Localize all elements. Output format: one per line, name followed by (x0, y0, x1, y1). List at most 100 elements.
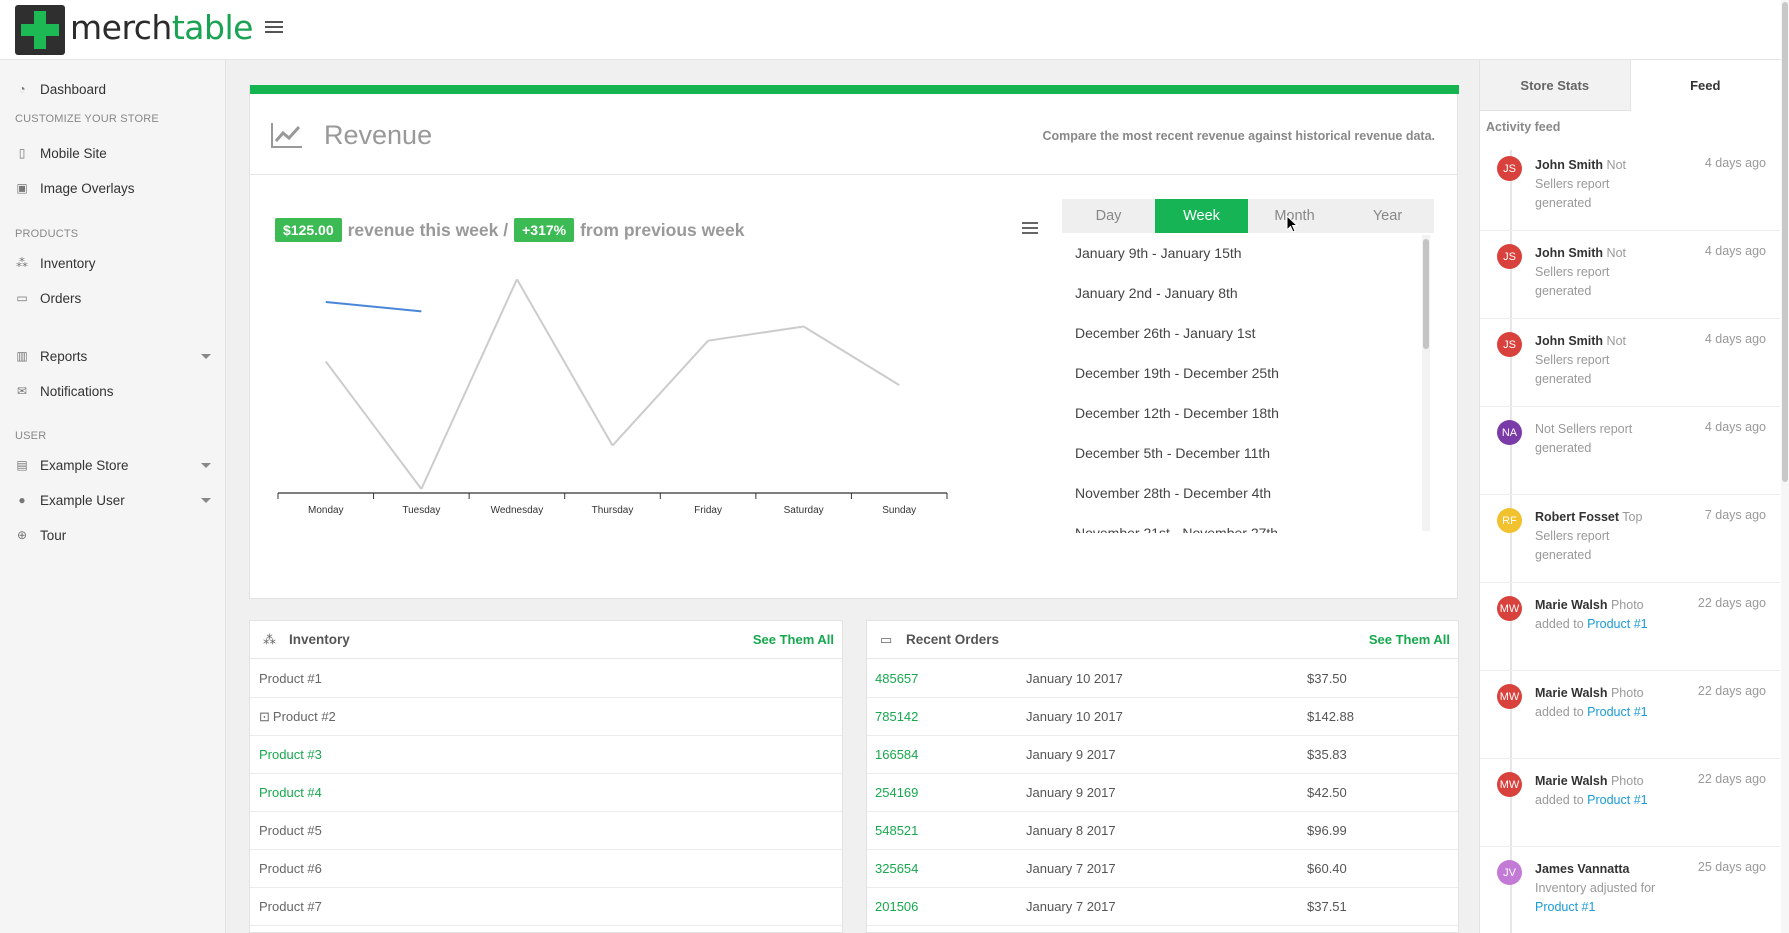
order-id-link[interactable]: 785142 (875, 709, 918, 724)
table-row[interactable]: 548521 January 8 2017 $96.99 (867, 812, 1458, 850)
sidebar-item-mobile-site[interactable]: ▯ Mobile Site (0, 138, 225, 168)
tab-year[interactable]: Year (1341, 199, 1434, 233)
tab-store-stats[interactable]: Store Stats (1480, 60, 1630, 111)
sidebar-item-example-store[interactable]: ▤ Example Store (0, 450, 225, 480)
range-item[interactable]: January 9th - January 15th (1062, 233, 1434, 273)
x-tick-label: Tuesday (402, 505, 440, 516)
x-tick-label: Friday (694, 505, 722, 516)
table-row[interactable]: ⊡ Product #2 (250, 698, 842, 736)
range-item[interactable]: December 5th - December 11th (1062, 433, 1434, 473)
table-row[interactable]: 166584 January 9 2017 $35.83 (867, 736, 1458, 774)
sidebar-item-reports[interactable]: ▥ Reports (0, 341, 225, 371)
inventory-see-all-link[interactable]: See Them All (753, 632, 834, 647)
order-id-link[interactable]: 548521 (875, 823, 918, 838)
product-name[interactable]: Product #4 (250, 785, 322, 800)
order-date: January 9 2017 (1026, 785, 1116, 800)
sidebar-item-tour[interactable]: ⊕ Tour (0, 520, 225, 550)
revenue-description: Compare the most recent revenue against … (1042, 129, 1436, 143)
sidebar-item-inventory[interactable]: ⁂ Inventory (0, 248, 225, 278)
feed-item-user[interactable]: Robert Fosset (1535, 510, 1619, 524)
table-row[interactable]: Product #1 (250, 660, 842, 698)
revenue-header: Revenue Compare the most recent revenue … (250, 94, 1457, 175)
x-tick-label: Wednesday (491, 505, 544, 516)
feed-item: NA Not Sellers report generated 4 days ago (1480, 407, 1780, 495)
range-item[interactable]: November 21st - November 27th (1062, 513, 1434, 533)
order-date: January 7 2017 (1026, 899, 1116, 914)
range-item[interactable]: December 26th - January 1st (1062, 313, 1434, 353)
feed-item-user[interactable]: John Smith (1535, 158, 1603, 172)
orders-see-all-link[interactable]: See Them All (1369, 632, 1450, 647)
window-scrollbar-thumb[interactable] (1782, 2, 1788, 482)
sidebar-item-image-overlays[interactable]: ▣ Image Overlays (0, 173, 225, 203)
table-row[interactable]: Product #3 (250, 736, 842, 774)
range-scrollbar-thumb[interactable] (1423, 239, 1429, 349)
image-icon: ▣ (16, 181, 28, 195)
inbox-icon: ⊡ (259, 708, 270, 724)
series-previous-segment (516, 278, 614, 447)
feed-item-body: John Smith Not Sellers report generated (1535, 332, 1660, 389)
order-id-link[interactable]: 485657 (875, 671, 918, 686)
table-row[interactable]: 785142 January 10 2017 $142.88 (867, 698, 1458, 736)
table-row[interactable]: Product #4 (250, 774, 842, 812)
tab-day[interactable]: Day (1062, 199, 1155, 233)
feed-item-user[interactable]: Marie Walsh (1535, 598, 1607, 612)
range-item[interactable]: December 19th - December 25th (1062, 353, 1434, 393)
table-row[interactable]: 254169 January 9 2017 $42.50 (867, 774, 1458, 812)
order-amount: $60.40 (1307, 861, 1347, 876)
feed-item-time: 4 days ago (1704, 420, 1766, 434)
inventory-header: ⁂ Inventory See Them All (250, 621, 842, 659)
table-row[interactable]: Product #6 (250, 850, 842, 888)
series-previous-segment (803, 325, 900, 386)
store-icon: ▤ (16, 458, 28, 472)
feed-item-time: 7 days ago (1704, 508, 1766, 522)
sidebar-item-dashboard[interactable]: ◔ Dashboard (0, 74, 225, 104)
feed-item-user[interactable]: Marie Walsh (1535, 686, 1607, 700)
table-row[interactable]: Product #5 (250, 812, 842, 850)
activity-feed-title: Activity feed (1486, 120, 1561, 134)
brand-name[interactable]: merchtable (70, 8, 253, 47)
range-item[interactable]: November 28th - December 4th (1062, 473, 1434, 513)
order-date: January 7 2017 (1026, 861, 1116, 876)
tab-week[interactable]: Week (1155, 199, 1248, 233)
feed-item-user[interactable]: John Smith (1535, 334, 1603, 348)
avatar: RF (1497, 508, 1522, 533)
product-name[interactable]: Product #3 (250, 747, 322, 762)
plus-circle-icon: ⊕ (16, 528, 28, 542)
table-row[interactable]: Product #7 (250, 888, 842, 926)
order-id-link[interactable]: 166584 (875, 747, 918, 762)
table-row[interactable]: 325654 January 7 2017 $60.40 (867, 850, 1458, 888)
avatar: JS (1497, 156, 1522, 181)
feed-panel: Store Stats Feed Activity feed JS John Sm… (1479, 60, 1781, 933)
mouse-cursor-icon (1286, 215, 1298, 233)
feed-item-link[interactable]: Product #1 (1587, 793, 1647, 807)
order-id-link[interactable]: 201506 (875, 899, 918, 914)
series-previous-segment (324, 360, 423, 490)
range-list[interactable]: January 9th - January 15th January 2nd -… (1062, 233, 1434, 533)
feed-item-user[interactable]: Marie Walsh (1535, 774, 1607, 788)
revenue-title: Revenue (324, 120, 433, 150)
merchtable-logo[interactable] (15, 5, 65, 55)
sidebar-item-example-user[interactable]: ● Example User (0, 485, 225, 515)
feed-item-link[interactable]: Product #1 (1587, 705, 1647, 719)
feed-item-link[interactable]: Product #1 (1587, 617, 1647, 631)
x-tick-label: Monday (308, 505, 344, 516)
order-id-link[interactable]: 325654 (875, 861, 918, 876)
order-id-link[interactable]: 254169 (875, 785, 918, 800)
table-row[interactable]: 201506 January 7 2017 $37.51 (867, 888, 1458, 926)
user-icon: ● (18, 493, 26, 507)
range-item[interactable]: December 12th - December 18th (1062, 393, 1434, 433)
order-amount: $142.88 (1307, 709, 1354, 724)
menu-toggle-icon[interactable] (265, 21, 283, 35)
range-item[interactable]: January 2nd - January 8th (1062, 273, 1434, 313)
sidebar-item-label: Notifications (40, 383, 114, 399)
feed-item-user[interactable]: John Smith (1535, 246, 1603, 260)
sidebar-item-orders[interactable]: ▭ Orders (0, 283, 225, 313)
feed-item-link[interactable]: Product #1 (1535, 900, 1595, 914)
table-row[interactable]: 485657 January 10 2017 $37.50 (867, 660, 1458, 698)
chart-menu-icon[interactable] (1022, 222, 1038, 236)
tab-feed[interactable]: Feed (1629, 60, 1780, 111)
revenue-accent-bar (250, 85, 1459, 94)
feed-item-user[interactable]: James Vannatta (1535, 862, 1630, 876)
sidebar-item-notifications[interactable]: ✉ Notifications (0, 376, 225, 406)
avatar: JV (1497, 860, 1522, 885)
